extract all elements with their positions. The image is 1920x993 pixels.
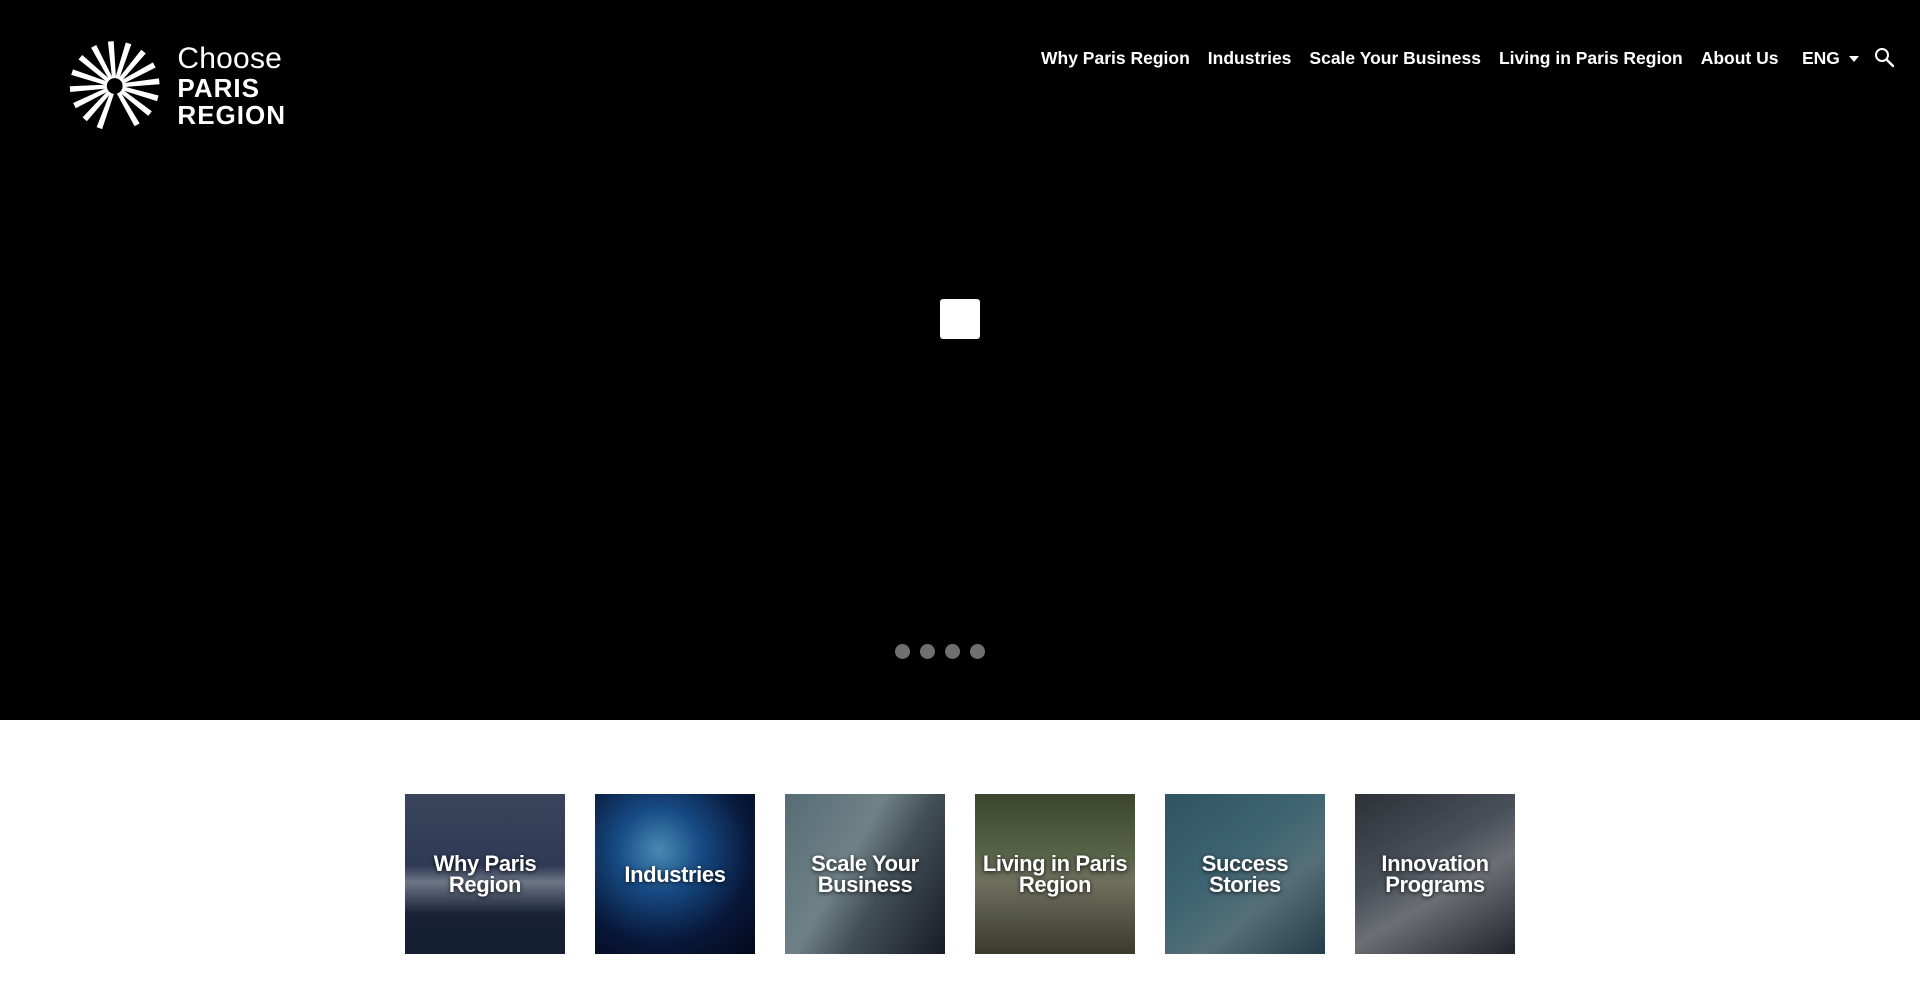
search-icon[interactable] (1874, 47, 1896, 69)
nav-why-paris-region[interactable]: Why Paris Region (1041, 48, 1190, 69)
slider-dot-2[interactable] (920, 644, 935, 659)
tile-label: Why Paris Region (433, 851, 537, 897)
logo-wordmark: Choose PARIS REGION (177, 42, 286, 130)
tile-label: Living in Paris Region (982, 851, 1128, 897)
video-play-button[interactable] (940, 299, 980, 339)
tile-label: Innovation Programs (1381, 851, 1489, 897)
logo-line-paris: PARIS (177, 73, 260, 103)
tile-label: Scale Your Business (811, 851, 919, 897)
logo-line-choose: Choose (177, 42, 283, 75)
tile-label: Success Stories (1201, 851, 1289, 897)
logo-burst-icon (69, 41, 160, 130)
slider-dot-4[interactable] (970, 644, 985, 659)
nav-living-in-paris-region[interactable]: Living in Paris Region (1499, 48, 1683, 69)
slider-pagination (895, 644, 995, 659)
nav-about-us[interactable]: About Us (1701, 48, 1779, 69)
tile-living-in-paris-region[interactable]: Living in Paris Region (975, 794, 1135, 954)
quick-links-tiles: Why Paris Region Industries Scale Your B… (405, 794, 1515, 954)
choose-paris-region-logo[interactable]: Choose PARIS REGION (66, 38, 286, 134)
nav-industries[interactable]: Industries (1208, 48, 1292, 69)
slider-dot-1[interactable] (895, 644, 910, 659)
logo-line-region: REGION (177, 100, 286, 130)
main-nav: Why Paris Region Industries Scale Your B… (1041, 48, 1797, 69)
tile-success-stories[interactable]: Success Stories (1165, 794, 1325, 954)
tile-scale-your-business[interactable]: Scale Your Business (785, 794, 945, 954)
tile-industries[interactable]: Industries (595, 794, 755, 954)
language-selector[interactable]: ENG (1802, 48, 1859, 69)
language-label: ENG (1802, 48, 1840, 68)
tile-innovation-programs[interactable]: Innovation Programs (1355, 794, 1515, 954)
tile-why-paris-region[interactable]: Why Paris Region (405, 794, 565, 954)
hero-section: Choose PARIS REGION Why Paris Region Ind… (0, 0, 1920, 720)
slider-dot-3[interactable] (945, 644, 960, 659)
nav-scale-your-business[interactable]: Scale Your Business (1309, 48, 1481, 69)
tile-label: Industries (624, 861, 726, 887)
caret-down-icon (1848, 56, 1859, 62)
